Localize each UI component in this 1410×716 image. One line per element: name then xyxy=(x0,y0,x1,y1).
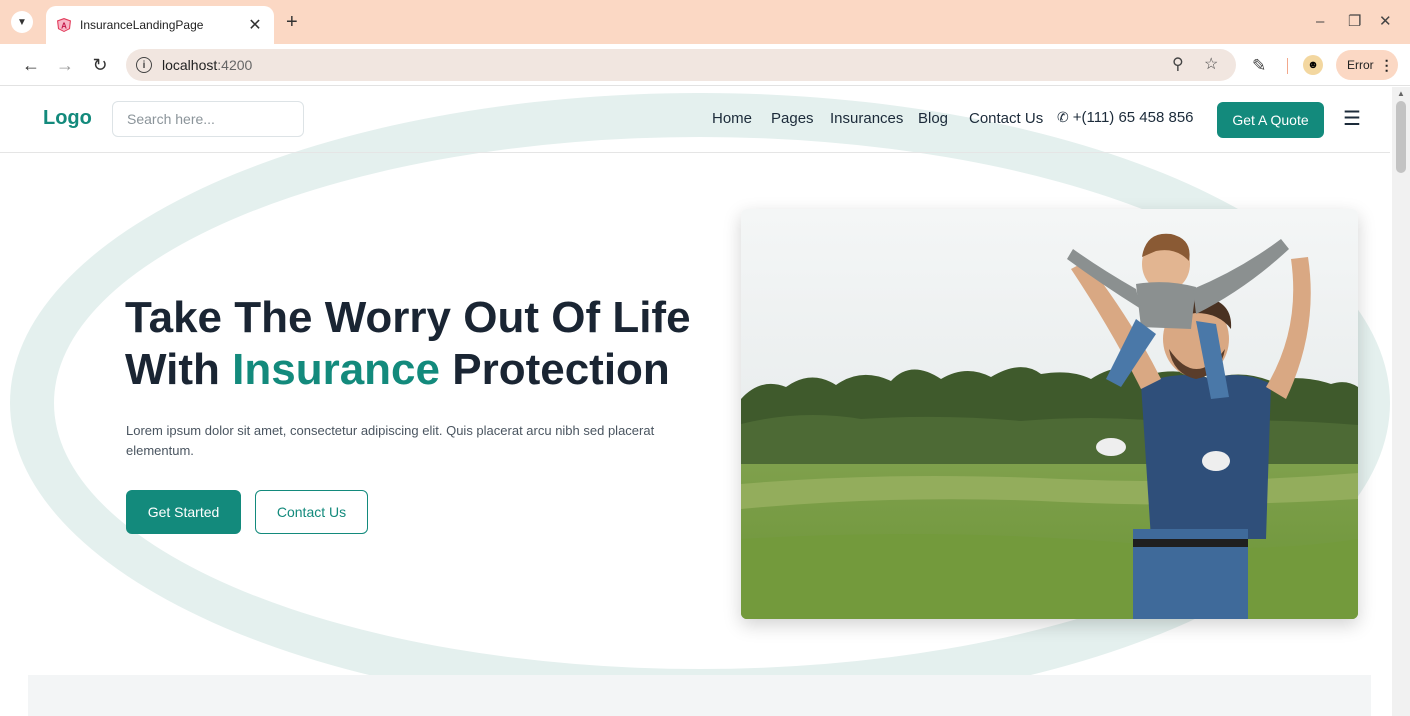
contact-us-button[interactable]: Contact Us xyxy=(255,490,368,534)
angular-icon: A xyxy=(57,18,71,32)
scroll-up-icon[interactable]: ▲ xyxy=(1397,89,1405,98)
close-tab-icon[interactable]: ✕ xyxy=(246,15,264,35)
phone-link[interactable]: ✆ +(111) 65 458 856 xyxy=(1057,109,1194,126)
nav-insurances[interactable]: Insurances xyxy=(830,110,903,127)
nav-home[interactable]: Home xyxy=(712,110,752,127)
nav-contact-us[interactable]: Contact Us xyxy=(969,110,1043,127)
logo[interactable]: Logo xyxy=(43,107,92,130)
puzzle-icon[interactable]: ✎ xyxy=(1252,56,1266,76)
browser-toolbar: ← → ↻ i localhost:4200 ⚲ ☆ ✎ ☻ Error ⋮ xyxy=(0,44,1410,86)
phone-number: +(111) 65 458 856 xyxy=(1072,109,1194,126)
zoom-icon[interactable]: ⚲ xyxy=(1172,53,1184,77)
hero-image xyxy=(741,209,1358,619)
error-button[interactable]: Error ⋮ xyxy=(1336,50,1398,80)
reload-icon[interactable]: ↻ xyxy=(88,53,112,77)
forward-arrow-icon[interactable]: → xyxy=(53,53,77,77)
star-icon[interactable]: ☆ xyxy=(1204,53,1218,77)
tab-search-button[interactable]: ▼ xyxy=(11,11,33,33)
close-window-icon[interactable]: ✕ xyxy=(1379,10,1392,34)
minimize-icon[interactable]: – xyxy=(1316,10,1324,34)
hamburger-icon[interactable]: ☰ xyxy=(1343,106,1361,131)
nav-blog[interactable]: Blog xyxy=(918,110,948,127)
chevron-down-icon: ▼ xyxy=(17,16,27,28)
get-a-quote-button[interactable]: Get A Quote xyxy=(1217,102,1324,138)
hero-title-suffix: Protection xyxy=(440,345,670,394)
back-arrow-icon[interactable]: ← xyxy=(19,53,43,77)
hero-description: Lorem ipsum dolor sit amet, consectetur … xyxy=(126,423,655,458)
url-text[interactable]: localhost:4200 xyxy=(162,57,252,73)
next-section-band xyxy=(28,675,1371,716)
hero-title-line1: Take The Worry Out Of Life xyxy=(125,293,691,342)
more-vert-icon: ⋮ xyxy=(1379,56,1394,73)
father-child-photo xyxy=(741,209,1358,619)
info-icon[interactable]: i xyxy=(136,57,152,73)
search-input[interactable] xyxy=(112,101,304,137)
error-label: Error xyxy=(1347,58,1374,72)
toolbar-divider xyxy=(1287,58,1288,74)
new-tab-icon[interactable]: + xyxy=(286,10,298,34)
hero-title-accent: Insurance xyxy=(232,345,440,394)
browser-tab-bar: ▼ A InsuranceLandingPage ✕ + – ❐ ✕ xyxy=(0,0,1410,44)
scroll-thumb[interactable] xyxy=(1396,101,1406,173)
nav-pages[interactable]: Pages xyxy=(771,110,814,127)
restore-icon[interactable]: ❐ xyxy=(1348,10,1361,34)
tab-title: InsuranceLandingPage xyxy=(80,18,204,32)
svg-text:A: A xyxy=(61,22,67,31)
browser-tab[interactable]: A InsuranceLandingPage ✕ xyxy=(46,6,274,44)
scrollbar[interactable]: ▲ xyxy=(1392,87,1410,716)
site-header: Logo Home Pages Insurances Blog Contact … xyxy=(0,87,1390,153)
page-viewport: Logo Home Pages Insurances Blog Contact … xyxy=(0,87,1410,716)
hero-title-prefix: With xyxy=(125,345,233,394)
hero-title: Take The Worry Out Of Life With Insuranc… xyxy=(125,292,725,396)
get-started-button[interactable]: Get Started xyxy=(126,490,241,534)
avatar[interactable]: ☻ xyxy=(1303,55,1323,75)
address-bar[interactable]: i localhost:4200 ⚲ ☆ xyxy=(126,49,1236,81)
phone-icon: ✆ xyxy=(1057,109,1069,125)
